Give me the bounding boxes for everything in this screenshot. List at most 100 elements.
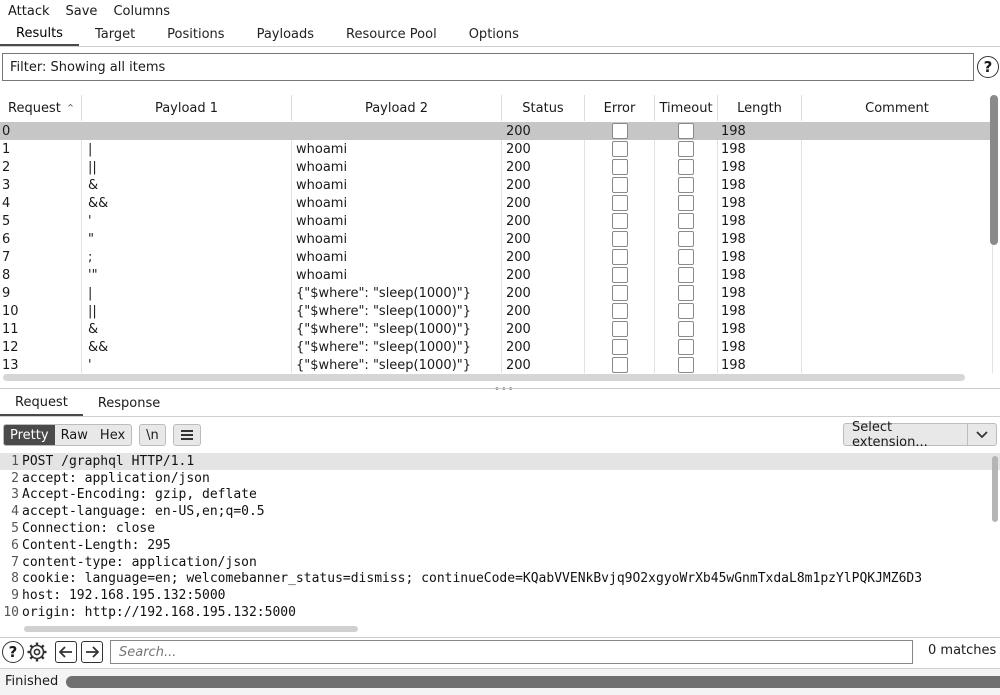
main-tabs: Results Target Positions Payloads Resour… [0, 22, 1000, 47]
cell-request: 11 [0, 320, 82, 338]
cell-error [585, 320, 655, 338]
chevron-down-icon[interactable] [968, 430, 996, 439]
cell-comment[interactable] [802, 212, 993, 230]
column-header-timeout[interactable]: Timeout [655, 95, 718, 121]
cell-comment[interactable] [802, 320, 993, 338]
timeout-checkbox [678, 213, 694, 229]
line-number: 1 [11, 453, 19, 469]
sort-ascending-icon: ⌃ [65, 101, 76, 115]
menu-attack[interactable]: Attack [0, 4, 58, 19]
arrow-right-icon[interactable] [81, 641, 103, 663]
cell-payload1: || [82, 302, 292, 320]
cell-comment[interactable] [802, 122, 993, 140]
table-row[interactable]: 3 & whoami 200 198 [0, 176, 993, 194]
line-text: origin: http://192.168.195.132:5000 [22, 605, 296, 621]
tab-request[interactable]: Request [0, 391, 83, 416]
table-row[interactable]: 8 '" whoami 200 198 [0, 266, 993, 284]
arrow-left-icon[interactable] [55, 641, 77, 663]
line-text: accept: application/json [22, 470, 210, 486]
cell-payload1: " [82, 230, 292, 248]
newline-toggle-button[interactable]: \n [139, 424, 166, 446]
table-row[interactable]: 7; whoami 200 198 [0, 248, 993, 266]
error-checkbox [611, 321, 628, 337]
editor-vertical-scrollbar[interactable] [992, 456, 998, 522]
editor-horizontal-scrollbar[interactable] [24, 626, 358, 632]
column-header-error[interactable]: Error [585, 95, 655, 121]
cell-timeout [655, 248, 718, 266]
tab-target[interactable]: Target [79, 22, 151, 46]
menu-columns[interactable]: Columns [105, 4, 178, 19]
gear-icon[interactable] [26, 641, 48, 663]
table-row[interactable]: 2 || whoami 200 198 [0, 158, 993, 176]
cell-length: 198 [718, 284, 802, 302]
table-vertical-scrollbar[interactable] [990, 95, 998, 245]
cell-payload2: {"$where": "sleep(1000)"} [292, 302, 502, 320]
select-extension-label: Select extension... [844, 420, 968, 450]
table-horizontal-scrollbar[interactable] [3, 374, 965, 381]
cell-payload1: '" [82, 266, 292, 284]
cell-payload1: | [82, 284, 292, 302]
column-header-comment[interactable]: Comment [802, 95, 993, 121]
line-text: content-type: application/json [22, 554, 257, 570]
tab-positions[interactable]: Positions [151, 22, 240, 46]
request-editor[interactable]: 1 POST /graphql HTTP/1.1 2 accept: applicat… [0, 453, 1000, 623]
view-pretty-button[interactable]: Pretty [4, 425, 55, 445]
table-row[interactable]: 12 && {"$where": "sleep(1000)"} 200 198 [0, 338, 993, 356]
column-header-length[interactable]: Length [718, 95, 802, 121]
editor-line: 5 Connection: close [0, 520, 1000, 537]
cell-timeout [655, 356, 718, 373]
match-count: 0 matches [928, 643, 997, 658]
table-body: 0 200 198 1 | whoami 200 198 2 || whoami 200 198 3 & wh… [0, 122, 993, 373]
search-input[interactable] [110, 640, 913, 664]
cell-comment[interactable] [802, 302, 993, 320]
cell-comment[interactable] [802, 338, 993, 356]
tab-resource-pool[interactable]: Resource Pool [330, 22, 453, 46]
column-header-payload1[interactable]: Payload 1 [82, 95, 292, 121]
view-hex-button[interactable]: Hex [94, 425, 131, 445]
table-row[interactable]: 9 | {"$where": "sleep(1000)"} 200 198 [0, 284, 993, 302]
cell-payload2: whoami [292, 176, 502, 194]
timeout-checkbox [678, 195, 694, 211]
question-icon[interactable]: ? [977, 56, 999, 78]
cell-comment[interactable] [802, 266, 993, 284]
editor-toolbar: Pretty Raw Hex \n [3, 423, 201, 447]
cell-status: 200 [502, 248, 585, 266]
table-row[interactable]: 6 " whoami 200 198 [0, 230, 993, 248]
column-header-request[interactable]: Request ⌃ [0, 95, 82, 121]
cell-payload1: ' [82, 356, 292, 373]
filter-bar[interactable]: Filter: Showing all items [2, 53, 974, 81]
split-divider[interactable] [0, 388, 1000, 389]
cell-comment[interactable] [802, 356, 993, 373]
cell-comment[interactable] [802, 140, 993, 158]
tab-response[interactable]: Response [83, 391, 175, 416]
select-extension-dropdown[interactable]: Select extension... [843, 420, 997, 450]
view-raw-button[interactable]: Raw [55, 425, 94, 445]
table-row[interactable]: 4 && whoami 200 198 [0, 194, 993, 212]
cell-comment[interactable] [802, 248, 993, 266]
timeout-checkbox [678, 177, 694, 193]
cell-payload1: ; [82, 248, 292, 266]
tab-results[interactable]: Results [0, 22, 79, 46]
cell-comment[interactable] [802, 284, 993, 302]
cell-length: 198 [718, 194, 802, 212]
cell-comment[interactable] [802, 176, 993, 194]
column-header-status[interactable]: Status [502, 95, 585, 121]
table-row[interactable]: 0 200 198 [0, 122, 993, 140]
table-row[interactable]: 11 & {"$where": "sleep(1000)"} 200 198 [0, 320, 993, 338]
hamburger-icon[interactable] [172, 424, 201, 446]
menu-save[interactable]: Save [58, 4, 106, 19]
cell-timeout [655, 302, 718, 320]
table-row[interactable]: 13 ' {"$where": "sleep(1000)"} 200 198 [0, 356, 993, 373]
table-row[interactable]: 5 ' whoami 200 198 [0, 212, 993, 230]
cell-comment[interactable] [802, 158, 993, 176]
table-row[interactable]: 1 | whoami 200 198 [0, 140, 993, 158]
column-header-payload2[interactable]: Payload 2 [292, 95, 502, 121]
error-checkbox [611, 141, 628, 157]
table-row[interactable]: 10 || {"$where": "sleep(1000)"} 200 198 [0, 302, 993, 320]
tab-payloads[interactable]: Payloads [241, 22, 330, 46]
cell-comment[interactable] [802, 230, 993, 248]
tab-options[interactable]: Options [453, 22, 535, 46]
cell-comment[interactable] [802, 194, 993, 212]
question-icon[interactable]: ? [2, 641, 24, 663]
line-number: 5 [11, 521, 19, 537]
